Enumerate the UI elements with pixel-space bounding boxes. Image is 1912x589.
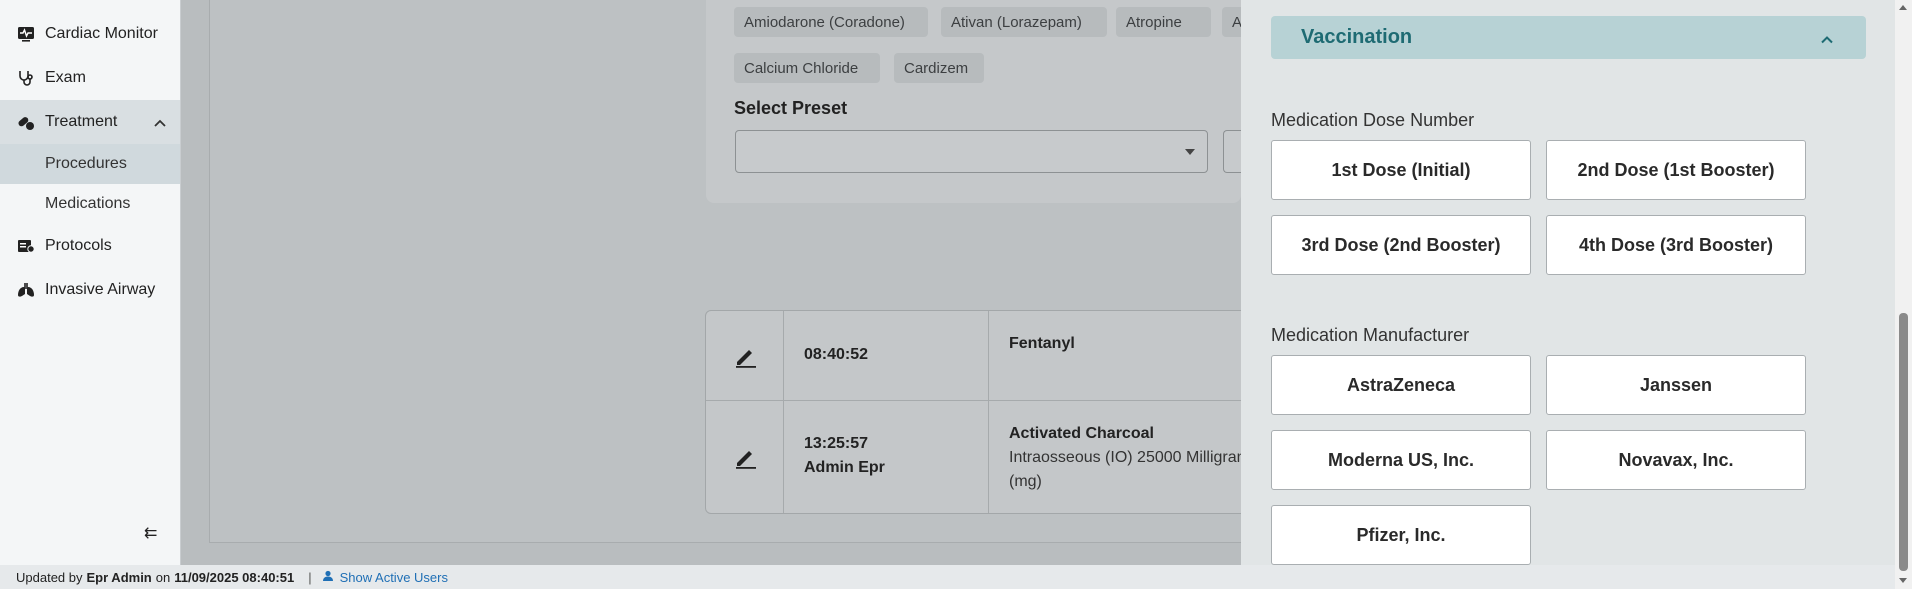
edit-button[interactable] <box>706 311 784 400</box>
time-cell: 13:25:57 Admin Epr <box>784 401 989 513</box>
sidebar-item-cardiac-monitor[interactable]: Cardiac Monitor <box>0 12 180 56</box>
row-user: Admin Epr <box>804 459 885 476</box>
sidebar-item-protocols[interactable]: Protocols <box>0 224 180 268</box>
sidebar-item-label: Invasive Airway <box>45 281 156 298</box>
dose-number-label: Medication Dose Number <box>1271 110 1475 130</box>
scroll-down-icon[interactable] <box>1899 578 1907 583</box>
section-title: Vaccination <box>1301 26 1413 48</box>
pencil-icon <box>735 349 756 368</box>
footer-prefix: Updated by <box>16 569 83 585</box>
sidebar-item-label: Treatment <box>45 113 118 130</box>
medication-log-table: 08:40:52 Fentanyl 13:25:57 Admin Epr Act… <box>705 310 1247 514</box>
description-cell: Activated Charcoal Intraosseous (IO) 250… <box>989 401 1247 513</box>
medication-chip[interactable]: Cardizem <box>894 53 984 83</box>
chevron-up-icon[interactable] <box>154 114 166 132</box>
manufacturer-option-button[interactable]: AstraZeneca <box>1271 355 1531 415</box>
sidebar-subitem-medications[interactable]: Medications <box>0 184 180 224</box>
chevron-up-icon[interactable] <box>1820 31 1834 49</box>
collapse-sidebar-icon[interactable]: ⇇ <box>144 523 157 543</box>
dose-option-button[interactable]: 1st Dose (Initial) <box>1271 140 1531 200</box>
sidebar-item-label: Protocols <box>45 237 112 254</box>
user-icon <box>322 570 334 585</box>
manufacturer-option-button[interactable]: Novavax, Inc. <box>1546 430 1806 490</box>
lungs-icon <box>16 280 36 300</box>
row-detail-unit: (mg) <box>1009 473 1042 490</box>
vaccination-section-header[interactable]: Vaccination <box>1271 16 1866 59</box>
footer-separator: | <box>308 569 312 585</box>
cardiac-monitor-icon <box>16 24 36 44</box>
show-active-users-link[interactable]: Show Active Users <box>340 570 448 585</box>
sidebar-item-label: Exam <box>45 69 86 86</box>
sidebar-item-invasive-airway[interactable]: Invasive Airway <box>0 268 180 312</box>
row-medication: Fentanyl <box>1009 335 1075 352</box>
manufacturer-label: Medication Manufacturer <box>1271 325 1470 345</box>
row-medication: Activated Charcoal <box>1009 425 1154 442</box>
row-detail: Intraosseous (IO) 25000 Milligram <box>1009 449 1247 466</box>
description-cell: Fentanyl <box>989 311 1246 400</box>
sidebar-subitem-label: Procedures <box>45 155 127 172</box>
pills-icon <box>16 112 36 132</box>
preset-select[interactable] <box>735 130 1208 173</box>
sidebar-item-exam[interactable]: Exam <box>0 56 180 100</box>
protocol-icon <box>16 236 36 256</box>
medication-chip[interactable]: Atropine <box>1116 7 1211 37</box>
dose-option-button[interactable]: 2nd Dose (1st Booster) <box>1546 140 1806 200</box>
sidebar-subitem-label: Medications <box>45 195 131 212</box>
caret-down-icon <box>1185 149 1195 155</box>
footer-user: Epr Admin <box>86 569 152 585</box>
footer-datetime: 11/09/2025 08:40:51 <box>174 569 295 585</box>
medication-chip[interactable]: Calcium Chloride <box>734 53 880 83</box>
dose-option-button[interactable]: 4th Dose (3rd Booster) <box>1546 215 1806 275</box>
time-cell: 08:40:52 <box>784 311 989 400</box>
manufacturer-option-button[interactable]: Moderna US, Inc. <box>1271 430 1531 490</box>
table-row[interactable]: 08:40:52 Fentanyl <box>706 311 1246 401</box>
scrollbar-thumb[interactable] <box>1899 313 1908 571</box>
status-footer: Updated by Epr Admin on 11/09/2025 08:40… <box>0 565 1895 589</box>
manufacturer-option-button[interactable]: Pfizer, Inc. <box>1271 505 1531 565</box>
footer-on: on <box>155 569 171 585</box>
row-time: 13:25:57 <box>804 435 869 452</box>
select-preset-label: Select Preset <box>734 98 848 118</box>
table-row[interactable]: 13:25:57 Admin Epr Activated Charcoal In… <box>706 401 1246 513</box>
medication-chip[interactable]: Ativan (Lorazepam) <box>941 7 1107 37</box>
sidebar-item-label: Cardiac Monitor <box>45 25 158 42</box>
sidebar: Cardiac Monitor Exam Treatment Procedure… <box>0 0 181 565</box>
sidebar-subitem-procedures[interactable]: Procedures <box>0 144 180 184</box>
scrollbar[interactable] <box>1895 0 1912 589</box>
edit-button[interactable] <box>706 401 784 513</box>
dose-option-button[interactable]: 3rd Dose (2nd Booster) <box>1271 215 1531 275</box>
scroll-up-icon[interactable] <box>1899 5 1907 10</box>
pencil-icon <box>735 451 756 469</box>
medication-chip[interactable]: Amiodarone (Coradone) <box>734 7 928 37</box>
row-time: 08:40:52 <box>804 346 869 363</box>
stethoscope-icon <box>16 68 36 88</box>
sidebar-item-treatment[interactable]: Treatment <box>0 100 180 144</box>
manufacturer-option-button[interactable]: Janssen <box>1546 355 1806 415</box>
